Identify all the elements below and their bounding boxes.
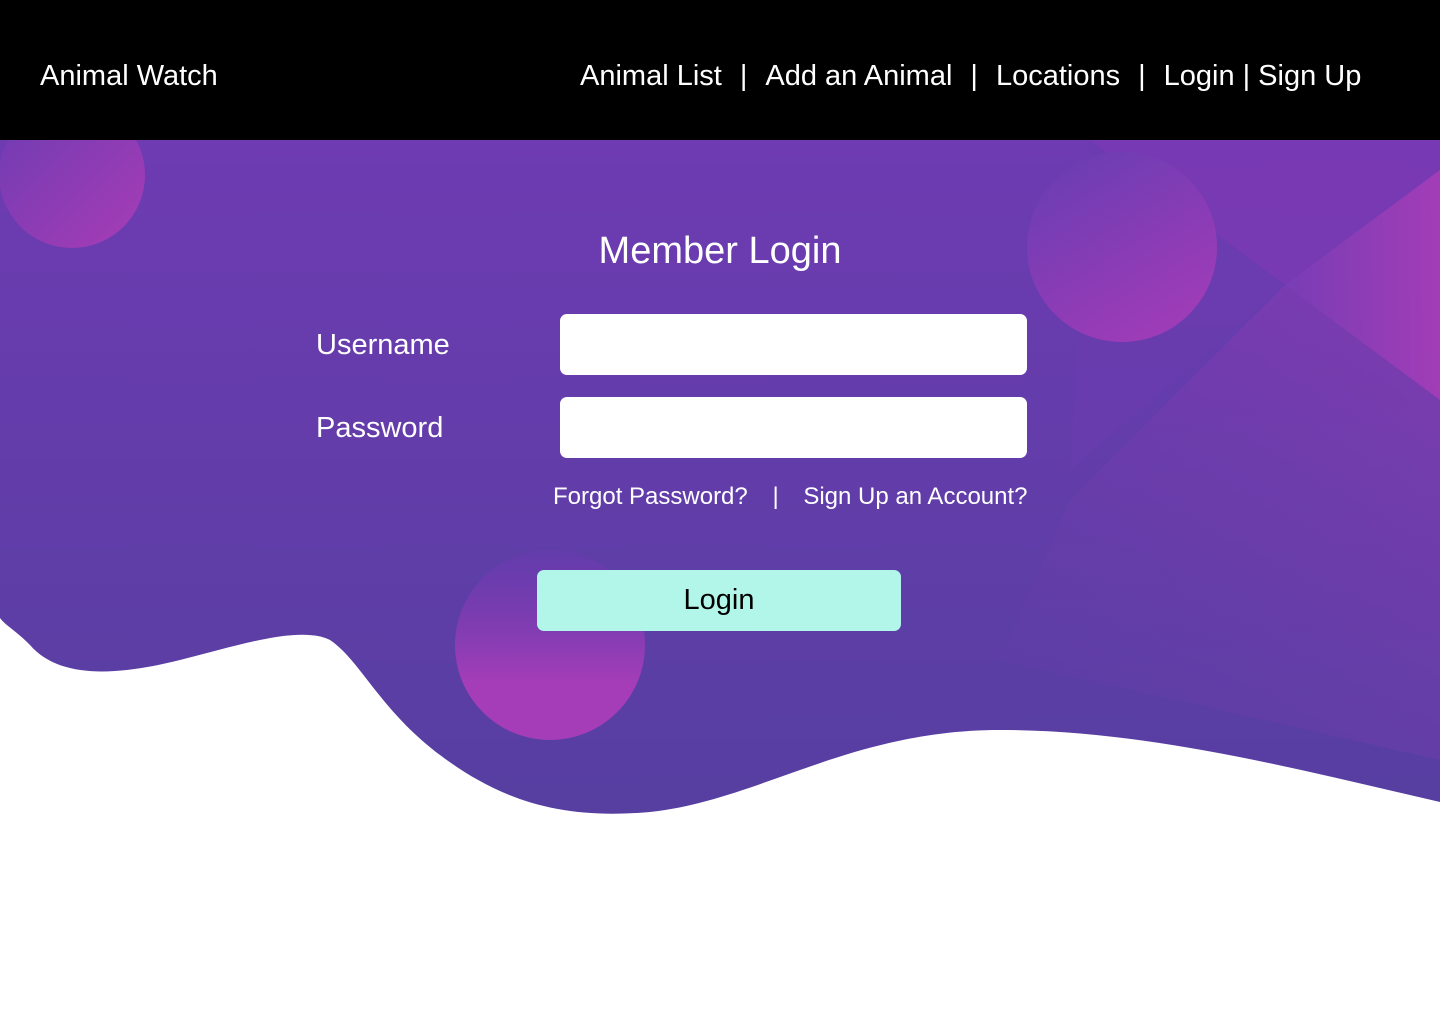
nav-separator: | bbox=[1138, 60, 1146, 92]
forgot-password-link[interactable]: Forgot Password? bbox=[553, 483, 748, 510]
nav-separator: | bbox=[970, 60, 978, 92]
link-separator: | bbox=[772, 483, 779, 510]
top-navigation-bar: Animal Watch Animal List | Add an Animal… bbox=[0, 0, 1440, 140]
nav-locations[interactable]: Locations bbox=[996, 58, 1120, 94]
brand-logo[interactable]: Animal Watch bbox=[40, 58, 218, 94]
password-input[interactable] bbox=[560, 397, 1027, 458]
nav-separator: | bbox=[1242, 60, 1251, 92]
nav-animal-list[interactable]: Animal List bbox=[580, 58, 722, 94]
sign-up-account-link[interactable]: Sign Up an Account? bbox=[803, 483, 1027, 510]
nav-separator: | bbox=[739, 60, 748, 92]
login-form: Member Login Username Password Forgot Pa… bbox=[0, 140, 1440, 840]
login-page: Animal Watch Animal List | Add an Animal… bbox=[0, 0, 1440, 1024]
password-label: Password bbox=[316, 412, 444, 444]
login-button[interactable]: Login bbox=[537, 570, 901, 631]
nav-login[interactable]: Login bbox=[1164, 58, 1235, 94]
form-title: Member Login bbox=[598, 230, 842, 272]
nav-add-animal[interactable]: Add an Animal bbox=[765, 58, 952, 94]
nav-sign-up[interactable]: Sign Up bbox=[1258, 58, 1361, 94]
username-input[interactable] bbox=[560, 314, 1027, 375]
account-links: Forgot Password? | Sign Up an Account? bbox=[553, 482, 1028, 512]
username-label: Username bbox=[316, 329, 450, 361]
main-navigation: Animal List | Add an Animal | Locations … bbox=[580, 58, 1361, 94]
